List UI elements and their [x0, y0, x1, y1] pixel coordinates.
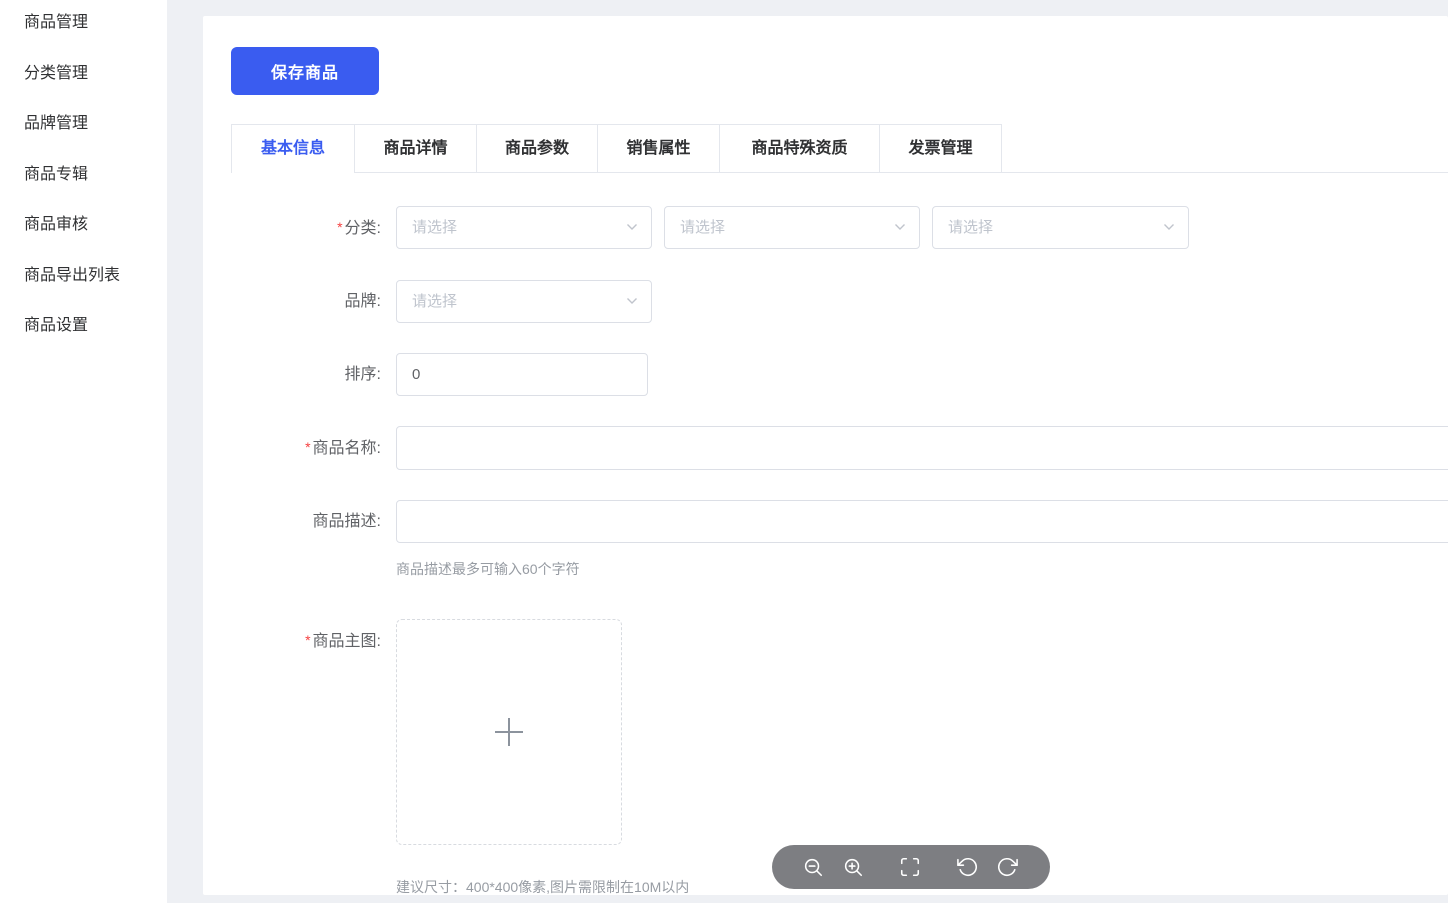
description-input[interactable] [396, 500, 1448, 543]
save-product-button[interactable]: 保存商品 [231, 47, 379, 95]
tab-product-params[interactable]: 商品参数 [477, 124, 598, 172]
product-name-label: *商品名称: [203, 426, 381, 469]
main-image-label: *商品主图: [203, 619, 381, 662]
content-card: 保存商品 基本信息 商品详情 商品参数 销售属性 商品特殊资质 发票管理 *分类… [203, 16, 1448, 895]
brand-label: 品牌: [203, 280, 381, 323]
sidebar-item-product-export-list[interactable]: 商品导出列表 [24, 265, 120, 287]
category-label: *分类: [203, 206, 381, 249]
zoom-out-icon[interactable] [801, 856, 824, 879]
form-row-product-name: *商品名称: [203, 426, 1448, 470]
chevron-down-icon [626, 223, 638, 231]
chevron-down-icon [626, 297, 638, 305]
form-row-category: *分类: 请选择 请选择 请选择 [203, 206, 1448, 249]
sidebar: 商品管理 分类管理 品牌管理 商品专辑 商品审核 商品导出列表 商品设置 [0, 0, 167, 903]
rotate-left-icon[interactable] [956, 856, 979, 879]
fullscreen-icon[interactable] [898, 856, 921, 879]
sidebar-item-product-management[interactable]: 商品管理 [24, 12, 88, 34]
tab-bar: 基本信息 商品详情 商品参数 销售属性 商品特殊资质 发票管理 [231, 124, 1448, 173]
sidebar-item-product-audit[interactable]: 商品审核 [24, 214, 88, 236]
sidebar-item-product-settings[interactable]: 商品设置 [24, 315, 88, 337]
required-asterisk: * [337, 219, 342, 235]
form-row-brand: 品牌: 请选择 [203, 280, 1448, 323]
sidebar-item-category-management[interactable]: 分类管理 [24, 63, 88, 85]
main-image-upload[interactable] [396, 619, 622, 845]
category-select-level1[interactable]: 请选择 [396, 206, 652, 249]
tab-bar-underline [355, 172, 1448, 173]
sidebar-item-product-album[interactable]: 商品专辑 [24, 164, 88, 186]
sort-input[interactable] [396, 353, 648, 396]
sidebar-item-brand-management[interactable]: 品牌管理 [24, 113, 88, 135]
description-hint: 商品描述最多可输入60个字符 [396, 559, 580, 579]
tab-sale-attributes[interactable]: 销售属性 [598, 124, 720, 172]
tab-special-qualification[interactable]: 商品特殊资质 [720, 124, 880, 172]
tab-product-detail[interactable]: 商品详情 [355, 124, 477, 172]
chevron-down-icon [1163, 223, 1175, 231]
sort-label: 排序: [203, 353, 381, 396]
category-select-level3[interactable]: 请选择 [932, 206, 1189, 249]
tab-invoice-management[interactable]: 发票管理 [880, 124, 1002, 172]
description-label: 商品描述: [203, 500, 381, 543]
form-row-description: 商品描述: [203, 500, 1448, 543]
required-asterisk: * [305, 632, 310, 648]
main-image-hint: 建议尺寸：400*400像素,图片需限制在10M以内 [396, 877, 689, 897]
image-viewer-toolbar [772, 845, 1050, 889]
form-row-main-image: *商品主图: [203, 619, 1448, 662]
tab-basic-info[interactable]: 基本信息 [231, 124, 355, 173]
category-select-level2[interactable]: 请选择 [664, 206, 920, 249]
brand-select[interactable]: 请选择 [396, 280, 652, 323]
zoom-in-icon[interactable] [841, 856, 864, 879]
rotate-right-icon[interactable] [995, 856, 1018, 879]
form-row-sort: 排序: [203, 353, 1448, 396]
plus-icon [489, 712, 529, 752]
chevron-down-icon [894, 223, 906, 231]
required-asterisk: * [305, 439, 310, 455]
product-name-input[interactable] [396, 426, 1448, 470]
